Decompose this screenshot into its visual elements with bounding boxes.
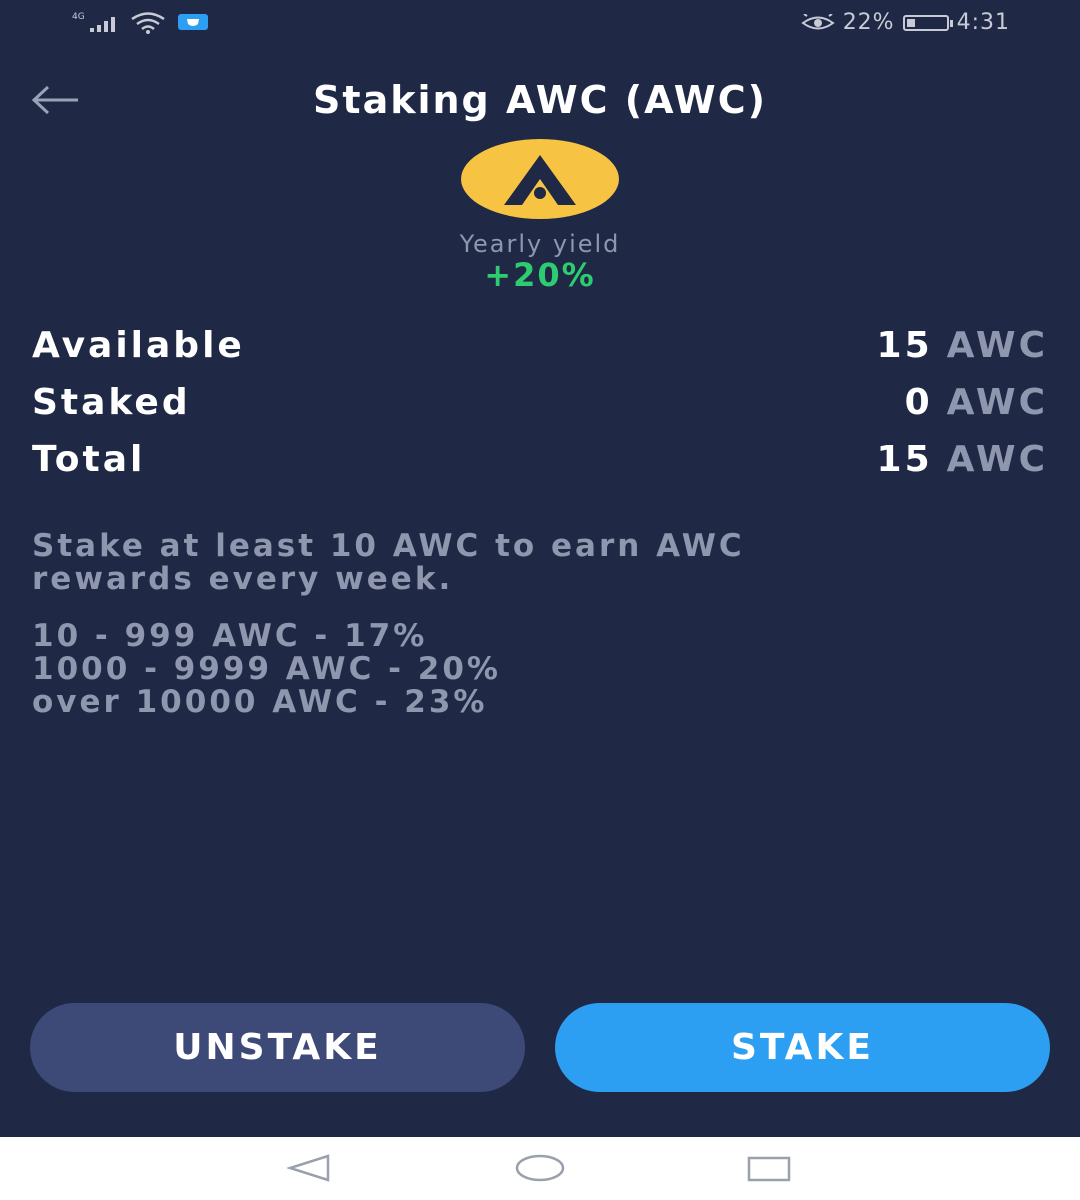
description-line: Stake at least 10 AWC to earn AWC: [32, 528, 745, 564]
balance-unit: AWC: [946, 324, 1048, 366]
balance-label: Staked: [32, 381, 191, 423]
nav-back-icon[interactable]: [286, 1153, 332, 1183]
balance-amount: 15: [876, 438, 933, 480]
battery-icon: [902, 14, 953, 31]
eye-comfort-icon: [800, 13, 835, 29]
app-notification-icon: [178, 14, 208, 30]
unstake-button[interactable]: UNSTAKE: [30, 1003, 525, 1092]
battery-percent: 22%: [842, 10, 895, 35]
balance-label: Total: [32, 438, 146, 480]
wifi-icon: [131, 12, 165, 34]
tier-item: 10 - 999 AWC - 17%: [32, 618, 428, 654]
signal-icon: [90, 17, 115, 32]
balance-value: 0 AWC: [905, 382, 1048, 423]
staking-description: Stake at least 10 AWC to earn AWC reward…: [32, 530, 1020, 596]
page-title: Staking AWC (AWC): [313, 78, 767, 122]
reward-tiers: 10 - 999 AWC - 17% 1000 - 9999 AWC - 20%…: [32, 620, 1020, 719]
balance-row-staked: Staked 0 AWC: [32, 377, 1048, 427]
clock: 4:31: [956, 10, 1010, 35]
tier-item: over 10000 AWC - 23%: [32, 684, 488, 720]
status-bar: 4G 22% 4:31: [0, 0, 1080, 46]
balance-unit: AWC: [946, 438, 1048, 480]
description-line: rewards every week.: [32, 561, 454, 597]
yearly-yield-label: Yearly yield: [459, 230, 621, 258]
balance-value: 15 AWC: [877, 325, 1048, 366]
nav-recents-icon[interactable]: [746, 1153, 792, 1183]
status-bar-right: 22% 4:31: [800, 10, 1010, 35]
nav-home-icon[interactable]: [514, 1153, 566, 1183]
balance-amount: 15: [876, 324, 933, 366]
yearly-yield-value: +20%: [484, 256, 596, 294]
awc-logo-mark: [504, 155, 576, 205]
network-type: 4G: [72, 12, 85, 22]
system-nav-bar: [0, 1137, 1080, 1200]
balance-value: 15 AWC: [877, 439, 1048, 480]
balance-label: Available: [32, 324, 245, 366]
balance-amount: 0: [904, 381, 933, 423]
stake-button[interactable]: STAKE: [555, 1003, 1050, 1092]
tier-item: 1000 - 9999 AWC - 20%: [32, 651, 501, 687]
balance-row-total: Total 15 AWC: [32, 434, 1048, 484]
balance-row-available: Available 15 AWC: [32, 320, 1048, 370]
balance-unit: AWC: [946, 381, 1048, 423]
awc-logo-icon: [461, 139, 619, 219]
